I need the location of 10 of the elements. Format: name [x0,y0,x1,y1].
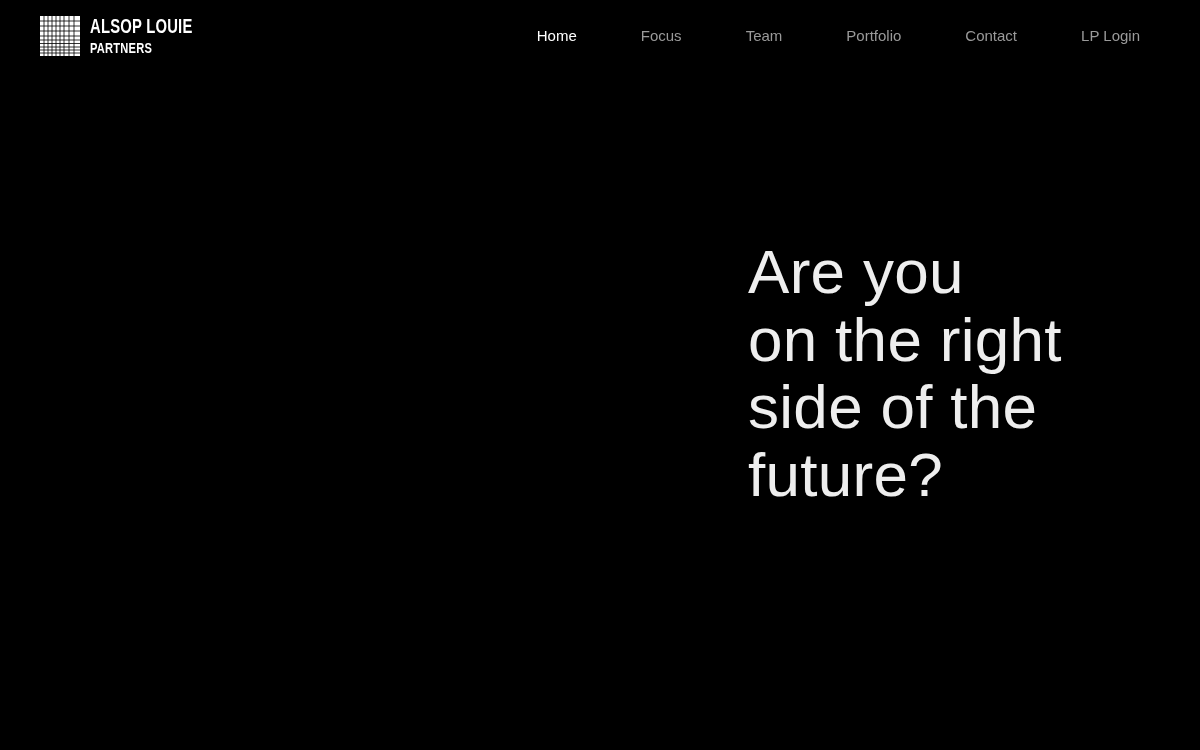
logo-subtitle: PARTNERS [90,40,152,55]
hero-headline: Are you on the right side of the future? [748,238,1063,508]
grid-logo-icon [40,16,80,56]
nav-link[interactable]: Home [536,27,577,45]
nav-link[interactable]: Focus [640,27,682,45]
nav-link[interactable]: Portfolio [846,27,902,45]
nav-link[interactable]: Contact [965,27,1018,45]
logo-wordmark: ALSOP LOUIE [90,16,193,36]
nav-link[interactable]: Team [745,27,783,45]
nav-link[interactable]: LP Login [1081,27,1140,45]
